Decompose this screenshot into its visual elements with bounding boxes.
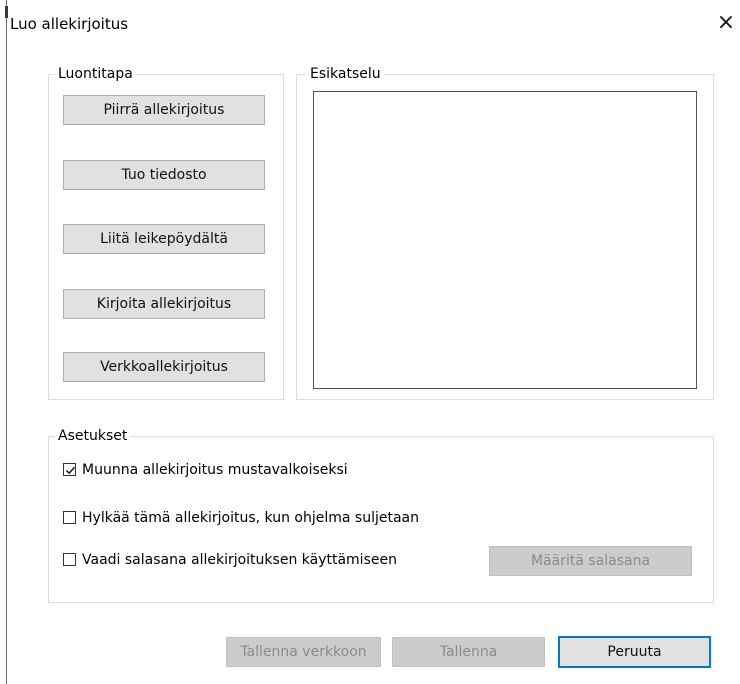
set-password-button[interactable]: Määritä salasana xyxy=(489,546,692,576)
preview-area xyxy=(313,91,697,389)
require-password-checkbox[interactable] xyxy=(63,553,76,566)
paste-clipboard-button[interactable]: Liitä leikepöydältä xyxy=(63,224,265,254)
dialog-title: Luo allekirjoitus xyxy=(10,15,129,33)
close-icon[interactable]: × xyxy=(714,10,738,36)
discard-on-close-checkbox[interactable] xyxy=(63,511,76,524)
require-password-label: Vaadi salasana allekirjoituksen käyttämi… xyxy=(82,552,397,568)
import-file-button[interactable]: Tuo tiedosto xyxy=(63,160,265,190)
convert-bw-label: Muunna allekirjoitus mustavalkoiseksi xyxy=(82,462,348,478)
type-signature-button[interactable]: Kirjoita allekirjoitus xyxy=(63,289,265,319)
save-button[interactable]: Tallenna xyxy=(392,637,545,667)
discard-on-close-label: Hylkää tämä allekirjoitus, kun ohjelma s… xyxy=(82,510,419,526)
window-edge-marker xyxy=(5,6,8,18)
preview-legend: Esikatselu xyxy=(307,66,384,82)
convert-bw-checkbox[interactable] xyxy=(63,463,76,476)
online-signature-button[interactable]: Verkkoallekirjoitus xyxy=(63,352,265,382)
creation-method-legend: Luontitapa xyxy=(55,66,136,82)
draw-signature-button[interactable]: Piirrä allekirjoitus xyxy=(63,95,265,125)
cancel-button[interactable]: Peruuta xyxy=(558,636,711,668)
save-online-button[interactable]: Tallenna verkkoon xyxy=(226,637,381,667)
window-edge xyxy=(6,0,7,684)
checkmark-icon xyxy=(65,466,76,475)
settings-legend: Asetukset xyxy=(55,428,131,444)
